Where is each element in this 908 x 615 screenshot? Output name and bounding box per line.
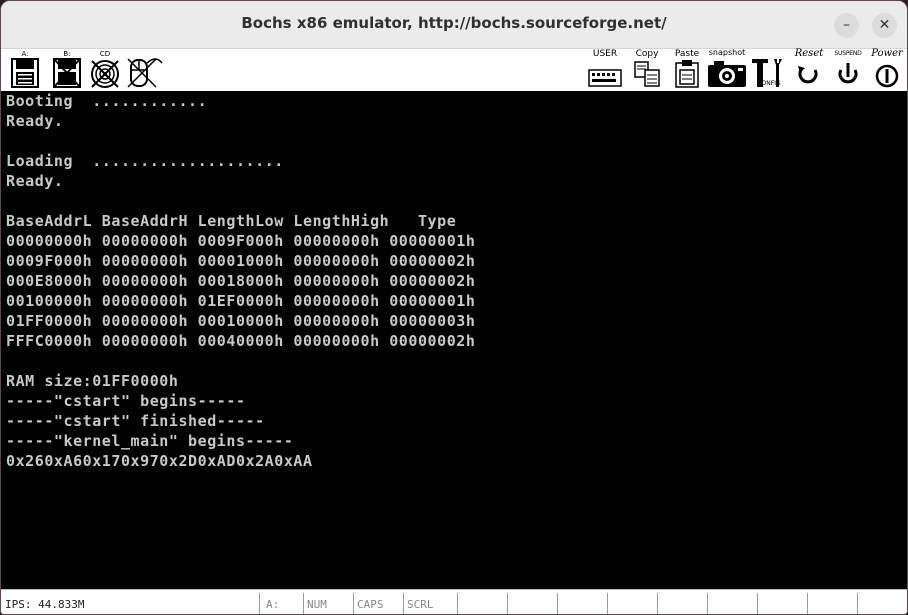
user-button[interactable]: USER [587,49,623,91]
mouse-icon [127,58,163,88]
status-cell [557,593,607,614]
ips-indicator: IPS: 44.833M [5,598,85,611]
screen-line: Ready. [6,112,64,130]
paste-button[interactable]: Paste [671,49,703,91]
screen-line: 00100000h 00000000h 01EF0000h 00000000h … [6,292,476,310]
status-bar: IPS: 44.833M A: NUM CAPS SCRL [1,589,907,614]
suspend-icon [838,63,858,84]
cdrom-button[interactable]: CD [89,49,121,91]
power-icon [875,64,899,88]
screen-line: Loading .................... [6,152,284,170]
cdrom-icon [91,60,119,88]
reset-button[interactable]: Reset [788,48,830,91]
status-cell [757,593,807,614]
screen-line: Ready. [6,172,64,190]
snapshot-button[interactable]: snapshot [706,48,748,91]
screen-line: 0009F000h 00000000h 00001000h 00000000h … [6,252,476,270]
status-cell [857,593,907,614]
status-cell [657,593,707,614]
bochs-window: Bochs x86 emulator, http://bochs.sourcef… [0,0,908,615]
reset-icon [798,66,818,84]
screen-line: 00000000h 00000000h 0009F000h 00000000h … [6,232,476,250]
screen-line: -----"kernel_main" begins----- [6,432,294,450]
floppy-b-button[interactable]: B: [51,49,83,91]
config-label: CONFIG [757,80,781,87]
status-cell [507,593,557,614]
screen-line: RAM size:01FF0000h [6,372,179,390]
status-cell [707,593,757,614]
keyboard-icon [588,69,622,87]
minimize-button[interactable]: – [834,13,859,38]
suspend-label: SUSPEND [834,50,862,57]
screen-line [6,351,907,371]
floppy-b-icon [53,58,81,88]
screen-line: BaseAddrL BaseAddrH LengthLow LengthHigh… [6,212,457,230]
drive-indicator: A: [259,593,303,614]
scroll-lock-indicator: SCRL [403,593,457,614]
num-lock-indicator: NUM [303,593,353,614]
status-cell [457,593,507,614]
screen-line: -----"cstart" begins----- [6,392,246,410]
floppy-a-icon [11,58,39,88]
caps-lock-indicator: CAPS [353,593,403,614]
status-cell [807,593,857,614]
status-cell [607,593,657,614]
screen-line [6,131,907,151]
suspend-button[interactable]: SUSPEND [830,49,866,91]
screen-line [6,191,907,211]
paste-icon [675,60,699,88]
screen-line: FFFC0000h 00000000h 00040000h 00000000h … [6,332,476,350]
title-bar: Bochs x86 emulator, http://bochs.sourcef… [1,1,907,49]
camera-icon [708,61,746,87]
toolbar: A: B: CD USER Copy Paste snapshot CONFIG… [1,48,907,91]
screen-line: -----"cstart" finished----- [6,412,265,430]
screen-line: 0x260xA60x170x970x2D0xAD0x2A0xAA [6,452,313,470]
screen-line: 000E8000h 00000000h 00018000h 00000000h … [6,272,476,290]
window-title: Bochs x86 emulator, http://bochs.sourcef… [241,14,667,32]
screen-line: 01FF0000h 00000000h 00010000h 00000000h … [6,312,476,330]
config-button[interactable]: CONFIG [749,49,787,91]
snapshot-label: snapshot [708,48,746,57]
power-button[interactable]: Power [867,48,907,91]
emulator-screen[interactable]: Booting ............ Ready. Loading ....… [1,91,907,589]
close-button[interactable]: ✕ [872,13,897,38]
copy-icon [634,61,660,87]
screen-line: Booting ............ [6,92,208,110]
copy-button[interactable]: Copy [631,49,663,91]
floppy-a-button[interactable]: A: [9,49,41,91]
mouse-capture-button[interactable] [126,49,166,91]
